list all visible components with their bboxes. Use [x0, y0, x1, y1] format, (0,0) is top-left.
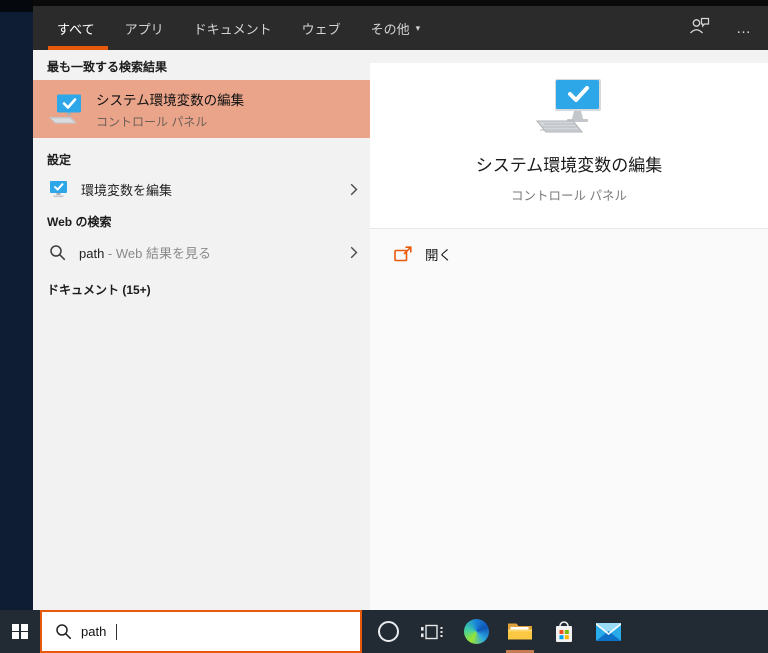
task-view-button[interactable]	[410, 610, 454, 653]
open-action[interactable]: 開く	[370, 229, 768, 264]
windows-search-screen: すべて アプリ ドキュメント ウェブ その他 ▾ … 最も一致する検索結果 シス…	[0, 0, 768, 653]
edge-button[interactable]	[454, 610, 498, 653]
task-view-icon	[421, 624, 443, 639]
more-options-icon[interactable]: …	[736, 20, 752, 37]
search-filter-tabbar: すべて アプリ ドキュメント ウェブ その他 ▾ …	[33, 6, 768, 50]
chevron-right-icon	[350, 246, 358, 258]
preview-title: システム環境変数の編集	[475, 156, 663, 175]
web-search-suffix: - Web 結果を見る	[104, 245, 211, 261]
open-external-icon	[394, 246, 412, 262]
desktop-window-edge	[0, 0, 33, 12]
chevron-right-icon	[350, 183, 358, 195]
user-feedback-icon[interactable]	[689, 17, 710, 39]
settings-result-label: 環境変数を編集	[81, 182, 173, 198]
preview-panel: システム環境変数の編集 コントロール パネル 開く	[370, 50, 768, 610]
web-search-query: path	[79, 245, 105, 261]
windows-logo-icon	[12, 623, 28, 640]
preview-card: システム環境変数の編集 コントロール パネル 開く	[370, 63, 768, 610]
tab-more[interactable]: その他 ▾	[371, 6, 421, 50]
web-search-result[interactable]: path - Web 結果を見る	[33, 235, 370, 269]
edge-icon	[463, 619, 489, 644]
pc-check-icon	[49, 94, 81, 123]
store-icon	[556, 621, 572, 642]
tab-all-label: すべて	[57, 21, 95, 37]
tab-documents[interactable]: ドキュメント	[194, 6, 272, 50]
best-match-result[interactable]: システム環境変数の編集 コントロール パネル	[33, 80, 370, 138]
cortana-button[interactable]	[366, 610, 410, 653]
tab-more-label: その他	[370, 21, 410, 37]
chevron-down-icon: ▾	[415, 22, 421, 33]
store-button[interactable]	[542, 610, 586, 653]
file-explorer-icon	[508, 623, 532, 640]
preview-actions: 開く	[370, 229, 768, 610]
mail-icon	[595, 622, 621, 641]
mail-button[interactable]	[586, 610, 630, 653]
cortana-icon	[377, 621, 399, 642]
settings-result-edit-env-vars[interactable]: 環境変数を編集	[33, 172, 370, 206]
tab-apps[interactable]: アプリ	[125, 6, 164, 50]
results-panel: 最も一致する検索結果 システム環境変数の編集 コントロール パネル 設定 環境変…	[33, 50, 370, 610]
tab-all[interactable]: すべて	[48, 6, 108, 50]
search-flyout: すべて アプリ ドキュメント ウェブ その他 ▾ … 最も一致する検索結果 シス…	[33, 0, 768, 610]
desktop-background	[0, 0, 33, 610]
tab-apps-label: アプリ	[124, 21, 164, 37]
tab-web-label: ウェブ	[301, 21, 341, 37]
search-icon	[50, 244, 66, 260]
documents-header: ドキュメント (15+)	[47, 283, 151, 297]
web-search-header: Web の検索	[47, 215, 112, 229]
best-match-header: 最も一致する検索結果	[47, 60, 168, 74]
best-match-subtitle: コントロール パネル	[96, 114, 208, 129]
open-action-label: 開く	[425, 248, 452, 263]
best-match-title: システム環境変数の編集	[96, 92, 245, 108]
pc-check-large-icon	[531, 77, 607, 139]
monitor-check-icon	[50, 181, 67, 198]
search-icon	[56, 624, 72, 640]
taskbar-search-input[interactable]: path	[40, 610, 362, 653]
taskbar: path	[0, 610, 768, 653]
tab-web[interactable]: ウェブ	[302, 6, 341, 50]
search-results-body: 最も一致する検索結果 システム環境変数の編集 コントロール パネル 設定 環境変…	[33, 50, 768, 610]
preview-subtitle: コントロール パネル	[511, 189, 627, 203]
settings-header: 設定	[47, 153, 72, 167]
taskbar-search-value: path	[81, 624, 107, 639]
file-explorer-button[interactable]	[498, 610, 542, 653]
start-button[interactable]	[0, 610, 40, 653]
tab-documents-label: ドキュメント	[193, 21, 272, 37]
text-caret	[116, 623, 118, 640]
